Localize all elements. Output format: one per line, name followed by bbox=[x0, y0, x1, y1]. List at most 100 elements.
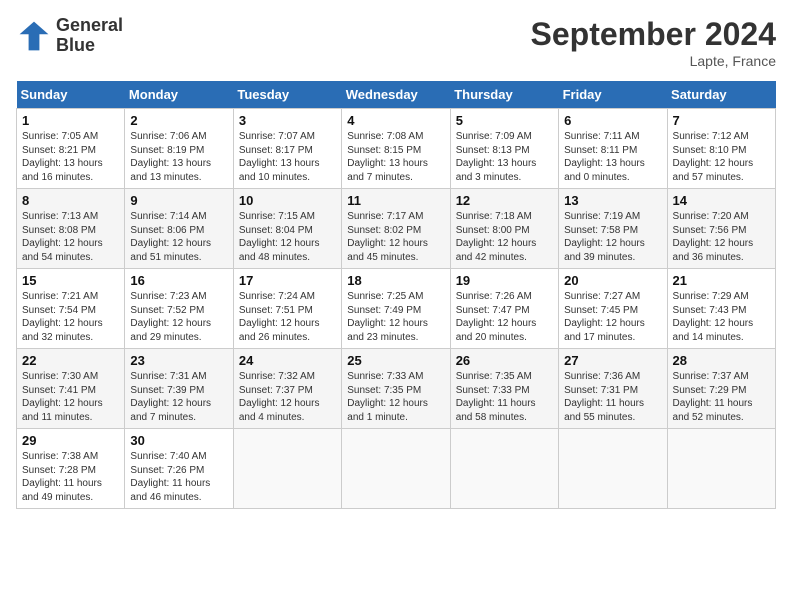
day-info: Sunrise: 7:37 AMSunset: 7:29 PMDaylight:… bbox=[673, 370, 770, 424]
calendar-cell: 10 Sunrise: 7:15 AMSunset: 8:04 PMDaylig… bbox=[233, 189, 341, 269]
calendar-cell: 24 Sunrise: 7:32 AMSunset: 7:37 PMDaylig… bbox=[233, 349, 341, 429]
day-number: 25 bbox=[347, 353, 444, 368]
calendar-cell bbox=[559, 429, 667, 509]
calendar-cell: 22 Sunrise: 7:30 AMSunset: 7:41 PMDaylig… bbox=[17, 349, 125, 429]
calendar-cell: 27 Sunrise: 7:36 AMSunset: 7:31 PMDaylig… bbox=[559, 349, 667, 429]
day-info: Sunrise: 7:11 AMSunset: 8:11 PMDaylight:… bbox=[564, 130, 661, 184]
day-number: 16 bbox=[130, 273, 227, 288]
day-info: Sunrise: 7:07 AMSunset: 8:17 PMDaylight:… bbox=[239, 130, 336, 184]
calendar-cell: 3 Sunrise: 7:07 AMSunset: 8:17 PMDayligh… bbox=[233, 109, 341, 189]
calendar-cell: 12 Sunrise: 7:18 AMSunset: 8:00 PMDaylig… bbox=[450, 189, 558, 269]
calendar-cell: 21 Sunrise: 7:29 AMSunset: 7:43 PMDaylig… bbox=[667, 269, 775, 349]
calendar-cell: 2 Sunrise: 7:06 AMSunset: 8:19 PMDayligh… bbox=[125, 109, 233, 189]
day-number: 10 bbox=[239, 193, 336, 208]
col-friday: Friday bbox=[559, 81, 667, 109]
day-info: Sunrise: 7:17 AMSunset: 8:02 PMDaylight:… bbox=[347, 210, 444, 264]
calendar-week-1: 8 Sunrise: 7:13 AMSunset: 8:08 PMDayligh… bbox=[17, 189, 776, 269]
day-number: 18 bbox=[347, 273, 444, 288]
day-info: Sunrise: 7:19 AMSunset: 7:58 PMDaylight:… bbox=[564, 210, 661, 264]
col-saturday: Saturday bbox=[667, 81, 775, 109]
calendar-cell: 30 Sunrise: 7:40 AMSunset: 7:26 PMDaylig… bbox=[125, 429, 233, 509]
calendar-cell: 20 Sunrise: 7:27 AMSunset: 7:45 PMDaylig… bbox=[559, 269, 667, 349]
day-number: 2 bbox=[130, 113, 227, 128]
calendar-cell: 13 Sunrise: 7:19 AMSunset: 7:58 PMDaylig… bbox=[559, 189, 667, 269]
calendar-cell: 9 Sunrise: 7:14 AMSunset: 8:06 PMDayligh… bbox=[125, 189, 233, 269]
calendar-cell: 23 Sunrise: 7:31 AMSunset: 7:39 PMDaylig… bbox=[125, 349, 233, 429]
day-number: 4 bbox=[347, 113, 444, 128]
calendar-cell bbox=[342, 429, 450, 509]
logo: General Blue bbox=[16, 16, 123, 56]
day-number: 14 bbox=[673, 193, 770, 208]
day-number: 5 bbox=[456, 113, 553, 128]
calendar-cell: 29 Sunrise: 7:38 AMSunset: 7:28 PMDaylig… bbox=[17, 429, 125, 509]
day-number: 29 bbox=[22, 433, 119, 448]
day-info: Sunrise: 7:25 AMSunset: 7:49 PMDaylight:… bbox=[347, 290, 444, 344]
day-info: Sunrise: 7:32 AMSunset: 7:37 PMDaylight:… bbox=[239, 370, 336, 424]
day-number: 22 bbox=[22, 353, 119, 368]
month-title: September 2024 bbox=[531, 16, 776, 53]
day-info: Sunrise: 7:36 AMSunset: 7:31 PMDaylight:… bbox=[564, 370, 661, 424]
day-info: Sunrise: 7:27 AMSunset: 7:45 PMDaylight:… bbox=[564, 290, 661, 344]
calendar-cell: 19 Sunrise: 7:26 AMSunset: 7:47 PMDaylig… bbox=[450, 269, 558, 349]
col-thursday: Thursday bbox=[450, 81, 558, 109]
calendar-cell: 28 Sunrise: 7:37 AMSunset: 7:29 PMDaylig… bbox=[667, 349, 775, 429]
day-info: Sunrise: 7:31 AMSunset: 7:39 PMDaylight:… bbox=[130, 370, 227, 424]
title-area: September 2024 Lapte, France bbox=[531, 16, 776, 69]
day-number: 30 bbox=[130, 433, 227, 448]
day-info: Sunrise: 7:18 AMSunset: 8:00 PMDaylight:… bbox=[456, 210, 553, 264]
day-number: 1 bbox=[22, 113, 119, 128]
calendar-cell bbox=[233, 429, 341, 509]
day-info: Sunrise: 7:40 AMSunset: 7:26 PMDaylight:… bbox=[130, 450, 227, 504]
calendar-cell: 25 Sunrise: 7:33 AMSunset: 7:35 PMDaylig… bbox=[342, 349, 450, 429]
calendar-week-2: 15 Sunrise: 7:21 AMSunset: 7:54 PMDaylig… bbox=[17, 269, 776, 349]
day-info: Sunrise: 7:05 AMSunset: 8:21 PMDaylight:… bbox=[22, 130, 119, 184]
day-info: Sunrise: 7:09 AMSunset: 8:13 PMDaylight:… bbox=[456, 130, 553, 184]
day-number: 26 bbox=[456, 353, 553, 368]
day-number: 28 bbox=[673, 353, 770, 368]
calendar-cell: 8 Sunrise: 7:13 AMSunset: 8:08 PMDayligh… bbox=[17, 189, 125, 269]
calendar-cell: 17 Sunrise: 7:24 AMSunset: 7:51 PMDaylig… bbox=[233, 269, 341, 349]
col-sunday: Sunday bbox=[17, 81, 125, 109]
calendar-cell: 16 Sunrise: 7:23 AMSunset: 7:52 PMDaylig… bbox=[125, 269, 233, 349]
day-info: Sunrise: 7:38 AMSunset: 7:28 PMDaylight:… bbox=[22, 450, 119, 504]
calendar-cell: 26 Sunrise: 7:35 AMSunset: 7:33 PMDaylig… bbox=[450, 349, 558, 429]
day-number: 11 bbox=[347, 193, 444, 208]
calendar-cell bbox=[667, 429, 775, 509]
calendar-week-0: 1 Sunrise: 7:05 AMSunset: 8:21 PMDayligh… bbox=[17, 109, 776, 189]
day-number: 3 bbox=[239, 113, 336, 128]
day-number: 23 bbox=[130, 353, 227, 368]
page-header: General Blue September 2024 Lapte, Franc… bbox=[16, 16, 776, 69]
logo-icon bbox=[16, 18, 52, 54]
day-info: Sunrise: 7:20 AMSunset: 7:56 PMDaylight:… bbox=[673, 210, 770, 264]
day-number: 9 bbox=[130, 193, 227, 208]
day-info: Sunrise: 7:12 AMSunset: 8:10 PMDaylight:… bbox=[673, 130, 770, 184]
day-number: 8 bbox=[22, 193, 119, 208]
calendar-cell: 15 Sunrise: 7:21 AMSunset: 7:54 PMDaylig… bbox=[17, 269, 125, 349]
calendar-cell: 18 Sunrise: 7:25 AMSunset: 7:49 PMDaylig… bbox=[342, 269, 450, 349]
day-info: Sunrise: 7:24 AMSunset: 7:51 PMDaylight:… bbox=[239, 290, 336, 344]
day-info: Sunrise: 7:33 AMSunset: 7:35 PMDaylight:… bbox=[347, 370, 444, 424]
calendar-cell: 7 Sunrise: 7:12 AMSunset: 8:10 PMDayligh… bbox=[667, 109, 775, 189]
col-tuesday: Tuesday bbox=[233, 81, 341, 109]
day-number: 27 bbox=[564, 353, 661, 368]
day-number: 12 bbox=[456, 193, 553, 208]
day-info: Sunrise: 7:35 AMSunset: 7:33 PMDaylight:… bbox=[456, 370, 553, 424]
day-info: Sunrise: 7:23 AMSunset: 7:52 PMDaylight:… bbox=[130, 290, 227, 344]
calendar-cell: 5 Sunrise: 7:09 AMSunset: 8:13 PMDayligh… bbox=[450, 109, 558, 189]
calendar-cell: 1 Sunrise: 7:05 AMSunset: 8:21 PMDayligh… bbox=[17, 109, 125, 189]
day-info: Sunrise: 7:26 AMSunset: 7:47 PMDaylight:… bbox=[456, 290, 553, 344]
day-info: Sunrise: 7:14 AMSunset: 8:06 PMDaylight:… bbox=[130, 210, 227, 264]
day-number: 13 bbox=[564, 193, 661, 208]
header-row: Sunday Monday Tuesday Wednesday Thursday… bbox=[17, 81, 776, 109]
day-number: 7 bbox=[673, 113, 770, 128]
logo-text: General Blue bbox=[56, 16, 123, 56]
calendar-week-4: 29 Sunrise: 7:38 AMSunset: 7:28 PMDaylig… bbox=[17, 429, 776, 509]
calendar-cell bbox=[450, 429, 558, 509]
day-number: 15 bbox=[22, 273, 119, 288]
day-info: Sunrise: 7:08 AMSunset: 8:15 PMDaylight:… bbox=[347, 130, 444, 184]
day-number: 20 bbox=[564, 273, 661, 288]
day-number: 17 bbox=[239, 273, 336, 288]
calendar-cell: 11 Sunrise: 7:17 AMSunset: 8:02 PMDaylig… bbox=[342, 189, 450, 269]
day-info: Sunrise: 7:29 AMSunset: 7:43 PMDaylight:… bbox=[673, 290, 770, 344]
day-info: Sunrise: 7:15 AMSunset: 8:04 PMDaylight:… bbox=[239, 210, 336, 264]
